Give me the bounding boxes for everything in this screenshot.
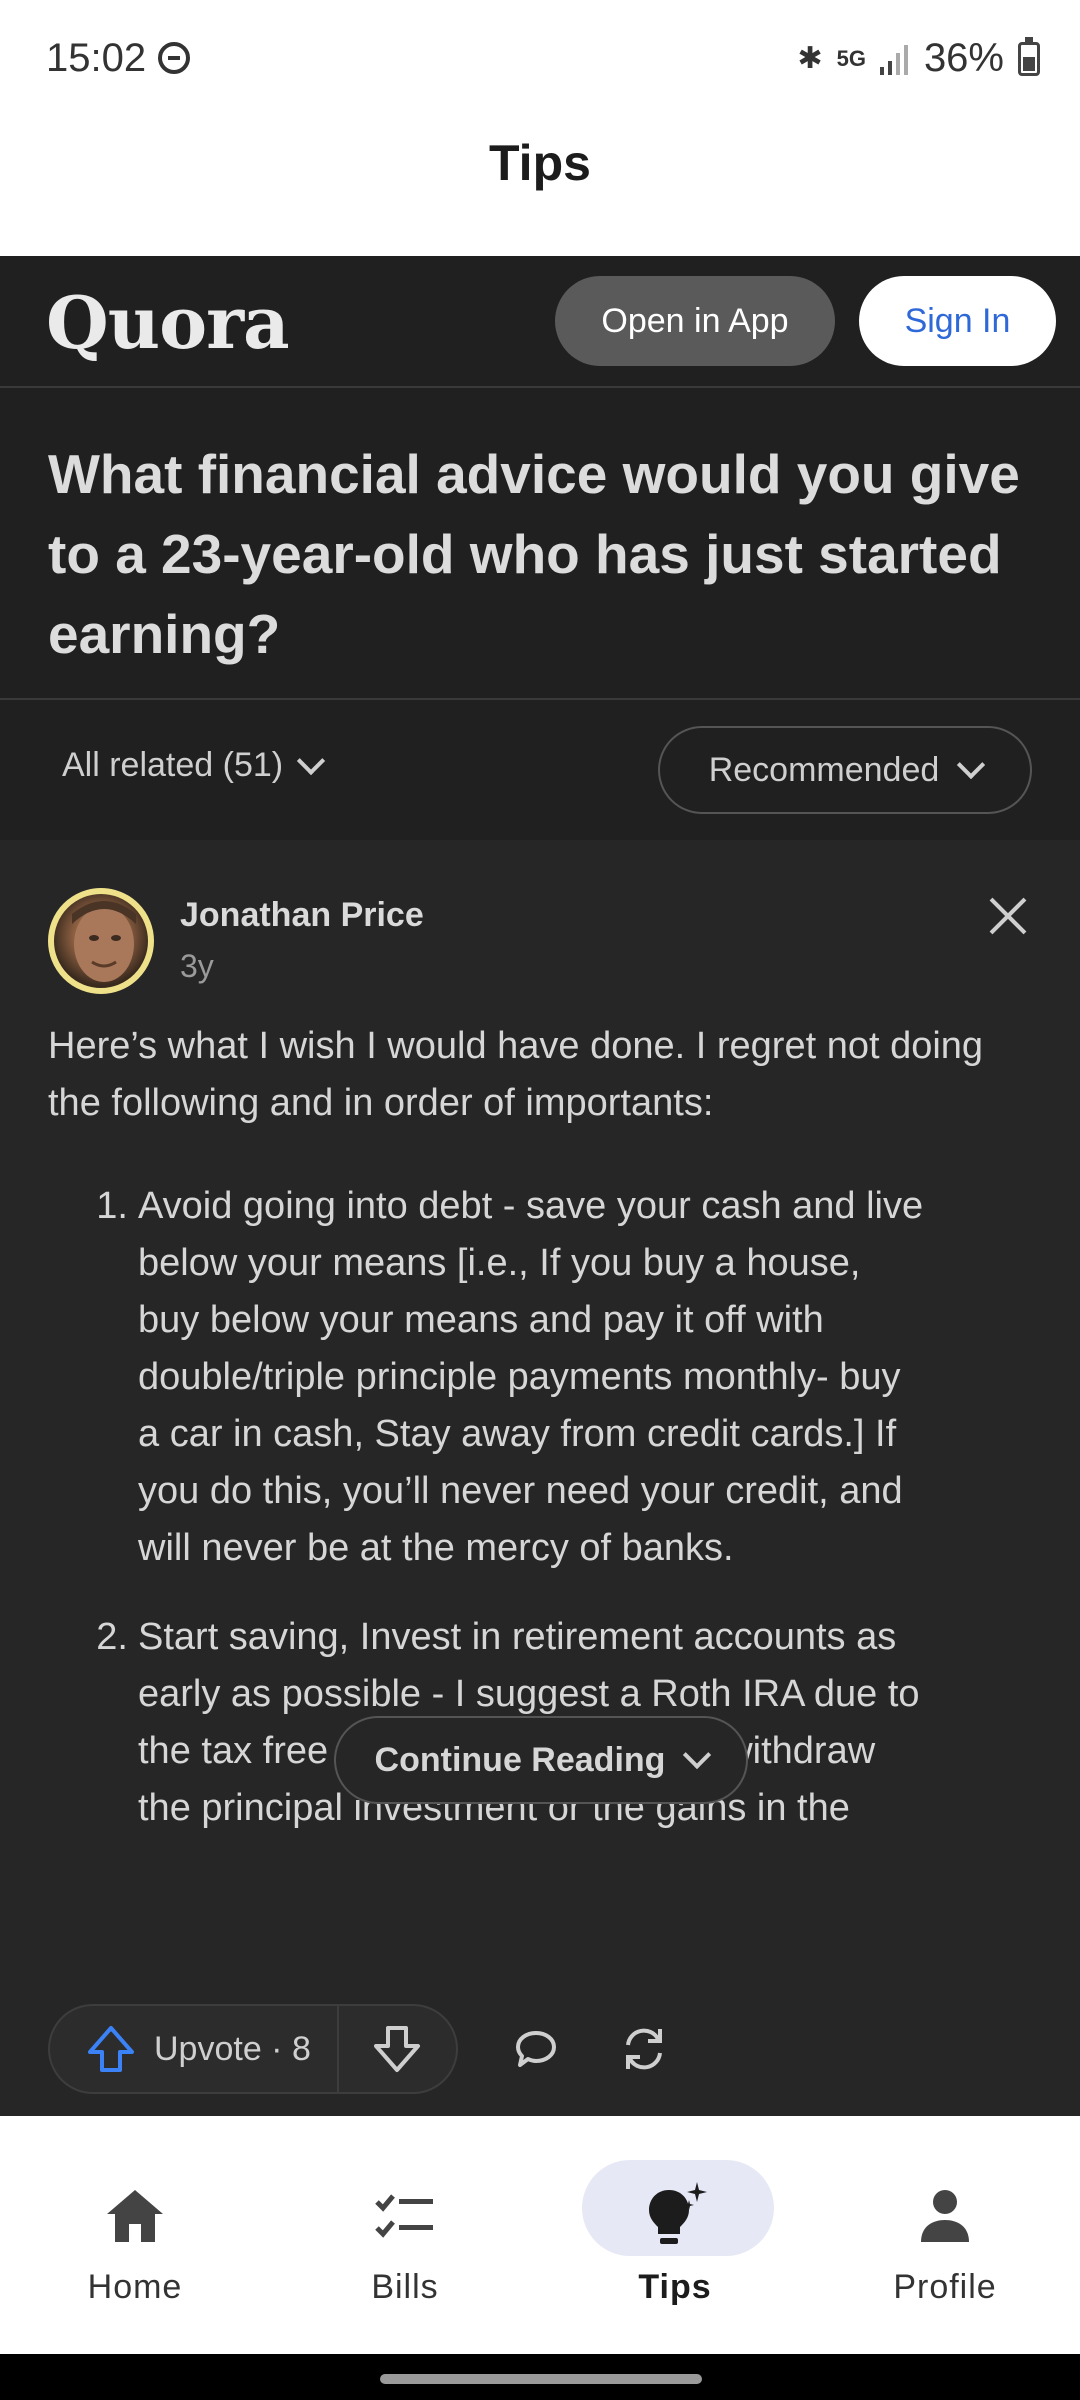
chevron-down-icon (683, 1740, 712, 1770)
status-bar: 15:02 ✱ 5G 36% (0, 0, 1080, 120)
answer-card: Jonathan Price 3y Here’s what I wish I w… (0, 840, 1080, 2140)
chevron-down-icon (296, 746, 326, 775)
sort-dropdown[interactable]: Recommended (658, 726, 1032, 814)
upvote-button[interactable]: Upvote · 8 (50, 2006, 339, 2092)
page-title: Tips (489, 135, 591, 191)
sort-label: Recommended (708, 750, 940, 789)
upvote-label: Upvote · 8 (154, 2029, 311, 2068)
list-number: 1. (96, 1185, 128, 1227)
list-number: 2. (96, 1616, 128, 1658)
bottom-nav: Home Bills Tips Profile (0, 2116, 1080, 2354)
answer-intro: Here’s what I wish I would have done. I … (48, 1018, 1008, 1132)
vote-group: Upvote · 8 (48, 2004, 458, 2094)
downvote-arrow-icon (374, 2026, 421, 2072)
home-indicator[interactable] (380, 2374, 702, 2384)
chevron-down-icon (957, 750, 986, 780)
quora-logo[interactable]: Quora (46, 280, 290, 365)
upvote-arrow-icon (88, 2026, 134, 2072)
list-text: Avoid going into debt - save your cash a… (138, 1185, 924, 1569)
question-title[interactable]: What financial advice would you give to … (48, 434, 1032, 674)
sign-in-button[interactable]: Sign In (859, 276, 1056, 366)
downvote-button[interactable] (339, 2006, 456, 2092)
person-icon (810, 2166, 1080, 2266)
status-right: ✱ 5G 36% (797, 36, 1040, 81)
reshare-icon (626, 2028, 662, 2070)
nav-profile-label: Profile (893, 2268, 997, 2306)
nav-home[interactable]: Home (0, 2116, 270, 2354)
gesture-bar (0, 2354, 1080, 2400)
answer-actions: Upvote · 8 (48, 2004, 674, 2094)
5g-icon: 5G (836, 45, 866, 71)
avatar[interactable] (48, 888, 154, 994)
battery-percent: 36% (923, 36, 1004, 80)
lightbulb-icon (540, 2166, 810, 2266)
text-fade (0, 1840, 1080, 2140)
home-icon (0, 2166, 270, 2266)
do-not-disturb-icon (158, 42, 190, 74)
comment-icon (516, 2031, 556, 2067)
all-related-dropdown[interactable]: All related (51) (62, 746, 326, 785)
checklist-icon (270, 2166, 540, 2266)
signal-icon (879, 44, 908, 75)
continue-reading-button[interactable]: Continue Reading (334, 1716, 748, 1804)
nav-tips-label: Tips (638, 2268, 712, 2306)
share-button[interactable] (614, 2019, 674, 2079)
close-icon[interactable] (988, 896, 1028, 936)
nav-tips[interactable]: Tips (540, 2116, 810, 2354)
all-related-label: All related (51) (62, 746, 284, 784)
answer-intro-text: Here’s what I wish I would have done. I … (48, 1025, 984, 1124)
list-item: 1. Avoid going into debt - save your cas… (48, 1178, 948, 1577)
battery-icon (1018, 36, 1040, 76)
app-header: Tips (0, 120, 1080, 256)
status-time: 15:02 (46, 36, 147, 80)
nav-home-label: Home (87, 2268, 183, 2306)
question-section: What financial advice would you give to … (0, 388, 1080, 700)
nav-bills[interactable]: Bills (270, 2116, 540, 2354)
continue-reading-label: Continue Reading (374, 1740, 666, 1779)
nav-profile[interactable]: Profile (810, 2116, 1080, 2354)
filter-bar: All related (51) Recommended (0, 700, 1080, 840)
open-in-app-button[interactable]: Open in App (555, 276, 835, 366)
answer-age: 3y (180, 948, 214, 984)
nav-bills-label: Bills (371, 2268, 439, 2306)
author-name[interactable]: Jonathan Price (180, 896, 424, 935)
quora-header: Quora Open in App Sign In (0, 256, 1080, 388)
bluetooth-icon: ✱ (797, 42, 823, 75)
comment-button[interactable] (506, 2019, 566, 2079)
